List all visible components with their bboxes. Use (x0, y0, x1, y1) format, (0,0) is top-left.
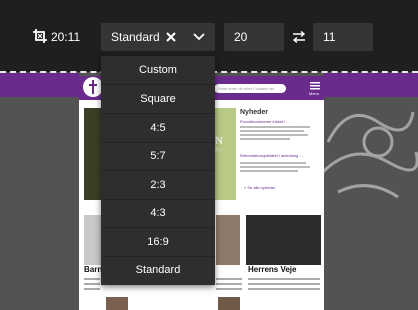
card-snippet-1 (84, 278, 100, 294)
aspect-ratio-value: 20:11 (51, 30, 81, 44)
clear-icon[interactable] (166, 32, 176, 42)
width-input[interactable]: 20 (224, 23, 284, 51)
news-item-1: Provstikontorerne lukket i ... (240, 119, 290, 124)
news-heading: Nyheder (240, 109, 269, 116)
option-2-3[interactable]: 2:3 (101, 171, 215, 200)
option-custom[interactable]: Custom (101, 56, 215, 85)
option-16-9[interactable]: 16:9 (101, 228, 215, 257)
card-snippet-2 (216, 278, 242, 294)
aspect-ratio-selected: Standard (111, 30, 160, 44)
site-header-left (0, 73, 79, 97)
chevron-down-icon[interactable] (193, 33, 205, 41)
cross-logo-icon (89, 80, 97, 94)
option-square[interactable]: Square (101, 85, 215, 114)
height-input[interactable]: 11 (313, 23, 373, 51)
option-4-3[interactable]: 4:3 (101, 199, 215, 228)
thumb-image-1 (106, 297, 128, 310)
aspect-ratio-dropdown: Custom Square 4:5 5:7 2:3 4:3 16:9 Stand… (101, 56, 215, 285)
card-snippet-3 (248, 278, 320, 294)
card-title-2: Herrens Veje (248, 265, 297, 274)
news-snippet-2 (240, 162, 312, 186)
news-item-2: Reformationsjubilæet i anledning ... (240, 153, 303, 158)
news-more-link: » Se alle nyheder (244, 185, 276, 190)
news-snippet-1 (240, 126, 312, 150)
aspect-ratio-select[interactable]: Standard (101, 23, 215, 51)
crop-ratio-icon (33, 29, 47, 43)
card-image-3 (246, 215, 321, 265)
thumb-image-2 (218, 297, 240, 310)
option-standard[interactable]: Standard (101, 256, 215, 284)
option-4-5[interactable]: 4:5 (101, 114, 215, 143)
swap-icon[interactable] (292, 31, 306, 43)
option-5-7[interactable]: 5:7 (101, 142, 215, 171)
decorative-pattern (321, 111, 418, 199)
card-image-1 (84, 215, 102, 265)
card-image-2 (216, 215, 240, 265)
site-search-input: Hvad leder du efter? Indtast her (214, 84, 286, 93)
